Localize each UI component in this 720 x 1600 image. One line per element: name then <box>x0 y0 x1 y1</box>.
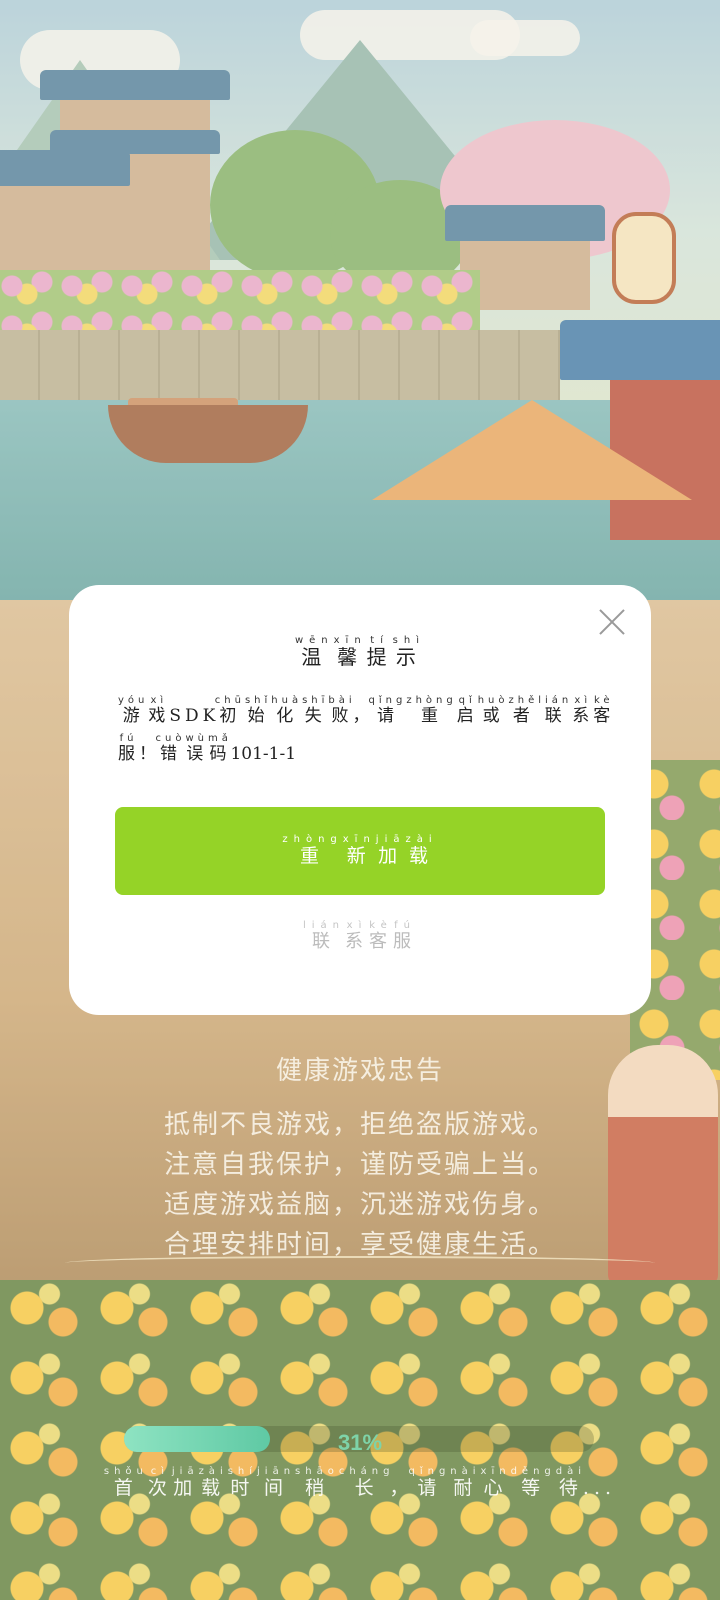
loading-progress-fill <box>124 1426 270 1452</box>
warning-dialog: 温wēn馨xīn提tí示shì 游yóu戏xìSDK初chū始shǐ化huà失s… <box>69 585 651 1015</box>
contact-support-label: 联lián系xì客kè服fú <box>302 920 418 952</box>
loading-tip: 首shǒu次cì加jiā载zài时shí间jiān稍shāo长cháng，请qǐ… <box>103 1466 617 1499</box>
advisory-line: 注意自我保护，谨防受骗上当。 <box>163 1150 556 1180</box>
close-icon[interactable] <box>595 605 629 639</box>
dialog-message-text: 游yóu戏xìSDK初chū始shǐ化huà失shī败bài，请qǐng重zhò… <box>118 695 615 764</box>
contact-support-link[interactable]: 联lián系xì客kè服fú <box>69 920 651 953</box>
health-advisory: 健康游戏忠告 抵制不良游戏，拒绝盗版游戏。 注意自我保护，谨防受骗上当。 适度游… <box>0 1050 720 1265</box>
advisory-title: 健康游戏忠告 <box>275 1056 444 1086</box>
dialog-title: 温wēn馨xīn提tí示shì <box>294 635 425 669</box>
reload-button-label: 重zhòng新xīn加jiā载zài <box>282 834 438 867</box>
loading-percent: 31% <box>337 1430 383 1455</box>
advisory-divider <box>65 1256 655 1270</box>
error-code: 101-1-1 <box>230 744 297 764</box>
advisory-line: 适度游戏益脑，沉迷游戏伤身。 <box>163 1190 556 1220</box>
advisory-line: 抵制不良游戏，拒绝盗版游戏。 <box>163 1110 556 1140</box>
dialog-message: 游yóu戏xìSDK初chū始shǐ化huà失shī败bài，请qǐng重zhò… <box>118 695 618 773</box>
reload-button[interactable]: 重zhòng新xīn加jiā载zài <box>115 807 605 895</box>
